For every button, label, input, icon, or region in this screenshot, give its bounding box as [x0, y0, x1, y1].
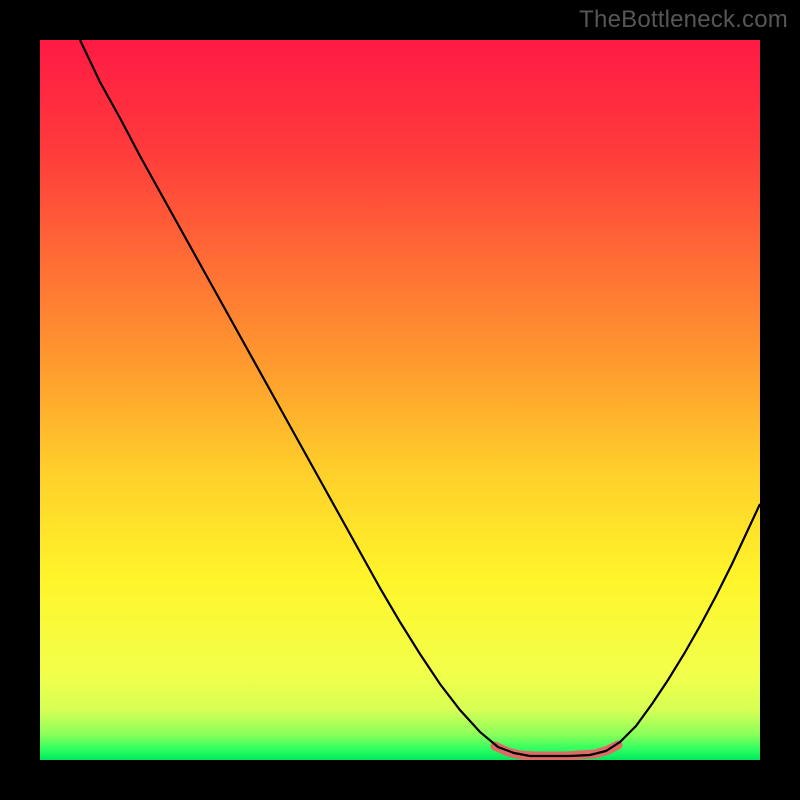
chart-container: TheBottleneck.com — [0, 0, 800, 800]
gradient-background — [40, 40, 760, 760]
chart-svg — [40, 40, 760, 760]
watermark-text: TheBottleneck.com — [579, 6, 788, 34]
plot-area — [40, 40, 760, 760]
